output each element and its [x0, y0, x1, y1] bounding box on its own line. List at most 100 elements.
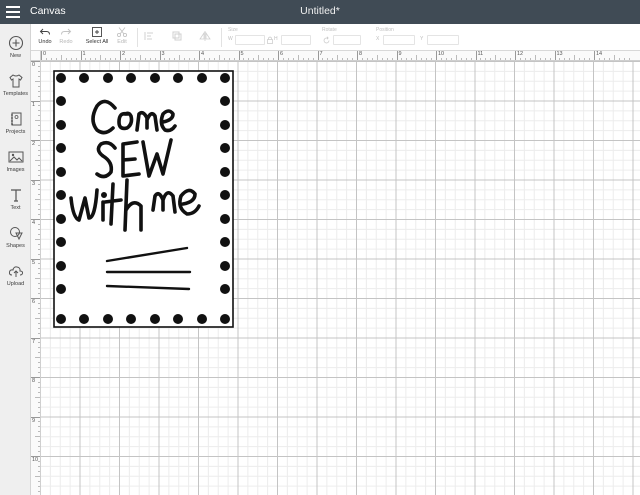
frame-dot [220, 261, 230, 271]
undo-button[interactable]: Undo [36, 26, 54, 45]
frame-dot [56, 237, 66, 247]
lock-icon[interactable] [267, 36, 273, 44]
align-icon[interactable] [143, 30, 155, 42]
plus-circle-icon [8, 35, 23, 51]
select-all-button[interactable]: Select All [84, 26, 110, 45]
frame-dot [56, 214, 66, 224]
ruler-top-number: 11 [477, 51, 484, 57]
frame-dot [220, 73, 230, 83]
left-panel-new[interactable]: New [0, 34, 31, 70]
frame-dot [56, 284, 66, 294]
ruler-major-tick [238, 51, 240, 60]
frame-dot [220, 120, 230, 130]
shapes-icon [9, 227, 23, 241]
ruler-left-number: 1 [32, 101, 36, 108]
width-label: W [228, 36, 233, 42]
frame-dot [56, 261, 66, 271]
ruler-major-tick [199, 51, 200, 60]
ruler-major-tick [41, 51, 42, 60]
frame-dot [197, 73, 207, 83]
left-panel-images[interactable]: Images [0, 148, 31, 184]
design-artwork [53, 70, 234, 328]
ruler-major-tick [159, 51, 161, 60]
frame-dot [197, 314, 207, 324]
ruler-major-tick [554, 51, 556, 60]
frame-dot [220, 143, 230, 153]
design-border [53, 70, 234, 328]
position-label: Position [376, 27, 394, 33]
left-panel-shapes-label: Shapes [6, 243, 25, 249]
toolbar-divider [221, 28, 222, 47]
ruler-top-number: 2 [122, 51, 126, 57]
ruler-major-tick [120, 51, 121, 60]
toolbar-divider [137, 28, 138, 47]
frame-dot [150, 73, 160, 83]
height-field[interactable] [281, 35, 311, 45]
ruler-top-number: 12 [517, 51, 524, 57]
select-all-label: Select All [85, 39, 109, 45]
left-panel-projects[interactable]: Projects [0, 110, 31, 146]
width-field[interactable] [235, 35, 265, 45]
frame-dot [56, 167, 66, 177]
arrange-icon[interactable] [171, 30, 183, 42]
design-canvas[interactable] [41, 61, 640, 495]
x-position-field[interactable] [383, 35, 415, 45]
left-panel-upload-label: Upload [6, 281, 25, 287]
ruler-major-tick [357, 51, 358, 60]
frame-dot [150, 314, 160, 324]
ruler-top-number: 1 [82, 51, 86, 57]
frame-dot [220, 314, 230, 324]
ruler-left-number: 8 [32, 378, 36, 384]
ruler-top-number: 8 [359, 51, 363, 57]
rotate-icon [323, 36, 330, 44]
frame-dot [103, 73, 113, 83]
left-panel-shapes[interactable]: Shapes [0, 224, 31, 260]
ruler-left: 0 1 2 3 4 5 6 7 8 9 10 [31, 61, 41, 495]
y-position-field[interactable] [427, 35, 459, 45]
scissors-icon [116, 27, 128, 38]
left-panel-templates-label: Templates [2, 91, 29, 97]
redo-icon [61, 28, 72, 35]
upload-icon [8, 266, 23, 277]
ruler-top-number: 4 [201, 51, 205, 57]
edit-menu-button[interactable]: Edit [113, 26, 131, 45]
left-panel-images-label: Images [6, 167, 25, 173]
undo-label: Undo [38, 39, 52, 45]
frame-dot [220, 284, 230, 294]
flip-icon[interactable] [199, 30, 211, 42]
ruler-major-tick [317, 51, 319, 60]
come-sew-with-me-design[interactable] [53, 70, 234, 328]
ruler-major-tick [594, 51, 595, 60]
frame-dot [56, 314, 66, 324]
ruler-left-number: 5 [32, 259, 36, 266]
frame-dot [173, 73, 183, 83]
size-label: Size [228, 27, 238, 33]
ruler-major-tick [80, 51, 82, 60]
frame-dot [56, 96, 66, 106]
text-icon [10, 189, 21, 202]
ruler-top-number: 14 [596, 51, 603, 57]
toolbar: Undo Redo Select All Edit Size W H Rotat… [31, 24, 640, 51]
rotate-field[interactable] [333, 35, 361, 45]
ruler-top-number: 13 [556, 51, 563, 57]
ruler-major-tick [436, 51, 437, 60]
left-panel-upload[interactable]: Upload [0, 262, 31, 298]
left-panel-text[interactable]: Text [0, 186, 31, 222]
ruler-top: 0 1 2 3 4 5 6 7 8 9 10 11 12 13 14 [41, 51, 640, 61]
ruler-major-tick [475, 51, 477, 60]
ruler-left-number: 6 [32, 299, 36, 305]
frame-dot [126, 314, 136, 324]
frame-dot [126, 73, 136, 83]
left-panel-templates[interactable]: Templates [0, 72, 31, 108]
ruler-top-number: 10 [438, 51, 445, 57]
frame-dot [56, 190, 66, 200]
ruler-top-number: 7 [319, 51, 323, 57]
document-title: Untitled* [300, 5, 340, 17]
ruler-top-number: 0 [43, 51, 47, 57]
title-bar: Canvas Untitled* [0, 0, 640, 24]
frame-dot [220, 214, 230, 224]
redo-button[interactable]: Redo [58, 26, 74, 45]
frame-dot [56, 120, 66, 130]
left-panel: New Templates Projects Images Text Shape… [0, 24, 31, 495]
left-panel-new-label: New [9, 53, 21, 59]
